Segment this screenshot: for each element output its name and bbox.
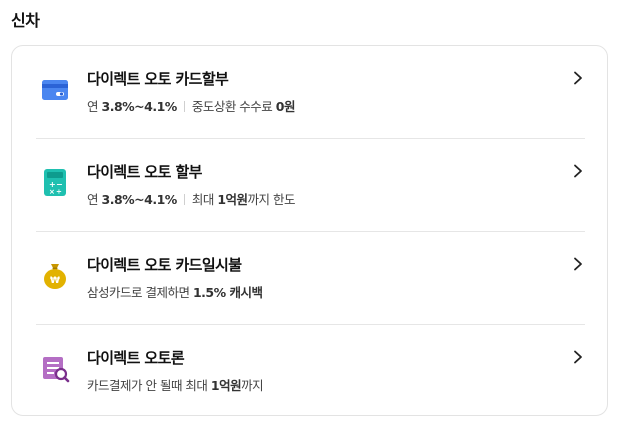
separator (183, 101, 185, 112)
loan-limit-value: 1억원 (210, 378, 242, 393)
item-title: 다이렉트 오토 카드일시불 (87, 256, 242, 274)
chevron-right-icon (571, 163, 585, 178)
chevron-right-icon (571, 349, 585, 364)
limit-value: 1억원 (217, 192, 248, 207)
limit-suffix: 까지 한도 (247, 192, 296, 207)
document-search-icon (40, 353, 70, 383)
item-description: 연 3.8%~4.1% 최대 1억원까지 한도 (87, 189, 296, 208)
chevron-right-icon (571, 70, 585, 85)
rate-value: 3.8%~4.1% (101, 192, 178, 207)
rate-prefix: 연 (87, 99, 99, 114)
item-title: 다이렉트 오토 카드할부 (87, 70, 229, 88)
section-title: 신차 (11, 11, 40, 30)
list-item-card-lump-sum[interactable]: ₩ 다이렉트 오토 카드일시불 삼성카드로 결제하면 1.5% 캐시백 (36, 232, 585, 325)
item-description: 삼성카드로 결제하면 1.5% 캐시백 (87, 282, 263, 301)
rate-value: 3.8%~4.1% (101, 99, 178, 114)
item-description: 연 3.8%~4.1% 중도상환 수수료 0원 (87, 96, 295, 115)
fee-label: 중도상환 수수료 (191, 99, 273, 114)
item-title: 다이렉트 오토론 (87, 349, 185, 367)
svg-text:÷: ÷ (56, 188, 62, 196)
item-description: 카드결제가 안 될때 최대 1억원까지 (87, 375, 264, 394)
list-item-auto-installment[interactable]: + − × ÷ 다이렉트 오토 할부 연 3.8%~4.1% 최대 1억원까지 한… (36, 139, 585, 232)
new-car-product-card: 다이렉트 오토 카드할부 연 3.8%~4.1% 중도상환 수수료 0원 + − … (11, 45, 608, 416)
calculator-icon: + − × ÷ (40, 167, 70, 197)
list-item-card-installment[interactable]: 다이렉트 오토 카드할부 연 3.8%~4.1% 중도상환 수수료 0원 (36, 46, 585, 139)
svg-text:×: × (49, 188, 55, 196)
svg-text:₩: ₩ (50, 276, 60, 286)
benefit-prefix: 삼성카드로 결제하면 (87, 285, 190, 300)
loan-prefix: 카드결제가 안 될때 최대 (87, 378, 208, 393)
money-bag-icon: ₩ (40, 260, 70, 290)
card-icon (40, 74, 70, 104)
page: 신차 다이렉트 오토 카드할부 연 3.8%~4.1% 중도상환 수수료 0원 (0, 0, 618, 431)
item-title: 다이렉트 오토 할부 (87, 163, 202, 181)
fee-value: 0원 (275, 99, 296, 114)
limit-label: 최대 (191, 192, 215, 207)
chevron-right-icon (571, 256, 585, 271)
rate-prefix: 연 (87, 192, 99, 207)
separator (183, 194, 185, 205)
cashback-value: 1.5% 캐시백 (192, 285, 263, 300)
loan-suffix: 까지 (241, 378, 264, 393)
list-item-auto-loan[interactable]: 다이렉트 오토론 카드결제가 안 될때 최대 1억원까지 (36, 325, 585, 418)
